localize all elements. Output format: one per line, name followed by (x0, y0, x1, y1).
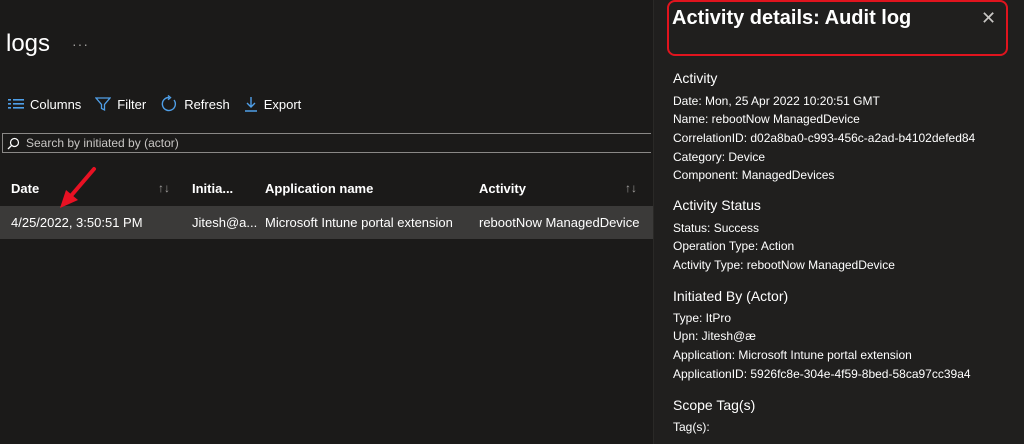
columns-icon (8, 99, 24, 109)
operation-type: Operation Type: Action (673, 239, 795, 253)
table-row[interactable]: 4/25/2022, 3:50:51 PM Jitesh@a... Micros… (0, 206, 653, 239)
more-options-button[interactable]: ··· (72, 36, 89, 52)
section-status-heading: Activity Status (673, 197, 761, 213)
section-activity-heading: Activity (673, 70, 718, 86)
search-icon (7, 137, 20, 149)
columns-label: Columns (30, 96, 82, 112)
filter-icon (95, 97, 112, 112)
columns-button[interactable]: Columns (8, 97, 81, 112)
actor-upn: Upn: Jitesh@æ (673, 329, 756, 343)
actor-application: Application: Microsoft Intune portal ext… (673, 348, 912, 362)
title-highlight-box (667, 0, 1008, 56)
refresh-button[interactable]: Refresh (160, 95, 230, 113)
filter-button[interactable]: Filter (95, 96, 146, 112)
activity-component: Component: ManagedDevices (673, 168, 835, 182)
sort-date-icon[interactable]: ↑↓ (158, 181, 170, 195)
scope-tags: Tag(s): (673, 420, 710, 434)
cell-activity: rebootNow ManagedDevice (479, 215, 640, 230)
actor-application-id: ApplicationID: 5926fc8e-304e-4f59-8bed-5… (673, 367, 971, 381)
activity-correlation-id: CorrelationID: d02a8ba0-c993-456c-a2ad-b… (673, 131, 976, 145)
column-header-activity[interactable]: Activity (479, 181, 526, 196)
cell-initiated-by: Jitesh@a... (192, 215, 258, 230)
column-header-initiated[interactable]: Initia... (192, 181, 233, 196)
audit-logs-pane: logs ··· Columns Filter Refresh Export S… (0, 0, 653, 444)
download-icon (244, 97, 257, 112)
column-header-date[interactable]: Date (11, 181, 39, 196)
section-scope-heading: Scope Tag(s) (673, 397, 756, 413)
search-placeholder: Search by initiated by (actor) (26, 136, 179, 150)
sort-activity-icon[interactable]: ↑↓ (625, 181, 637, 195)
annotation-arrow-icon (60, 167, 96, 208)
page-title: logs (6, 30, 51, 57)
cell-application: Microsoft Intune portal extension (265, 215, 453, 230)
activity-date: Date: Mon, 25 Apr 2022 10:20:51 GMT (673, 94, 880, 108)
search-input[interactable]: Search by initiated by (actor) (2, 133, 651, 153)
activity-details-panel: Activity details: Audit log ✕ Activity D… (654, 0, 1024, 444)
filter-label: Filter (117, 96, 147, 112)
refresh-label: Refresh (184, 96, 230, 112)
column-header-application[interactable]: Application name (265, 181, 373, 196)
actor-type: Type: ItPro (673, 311, 732, 325)
export-button[interactable]: Export (244, 96, 302, 112)
export-label: Export (263, 96, 302, 112)
section-initiated-heading: Initiated By (Actor) (673, 288, 789, 304)
toolbar: Columns Filter Refresh Export (8, 94, 315, 114)
activity-name: Name: rebootNow ManagedDevice (673, 112, 860, 126)
activity-type: Activity Type: rebootNow ManagedDevice (673, 258, 895, 272)
activity-category: Category: Device (673, 150, 766, 164)
cell-date: 4/25/2022, 3:50:51 PM (11, 215, 143, 230)
refresh-icon (161, 95, 177, 112)
status-value: Status: Success (673, 221, 760, 235)
